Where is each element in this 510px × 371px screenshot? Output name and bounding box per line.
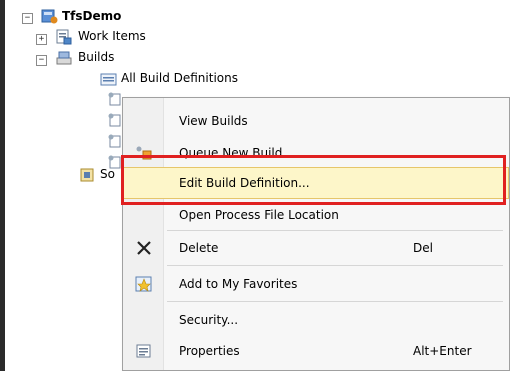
menu-item-security[interactable]: Security... [123,304,509,336]
menu-item-shortcut: Del [413,241,433,255]
source-control-label[interactable]: So [100,165,115,183]
builds-label[interactable]: Builds [78,48,114,66]
team-project-icon [41,9,58,24]
project-root-label[interactable]: TfsDemo [62,7,121,25]
menu-item-label: Properties [179,344,240,358]
menu-item-add-to-favorites[interactable]: Add to My Favorites [123,268,509,300]
menu-separator [167,230,503,231]
delete-x-icon [137,241,151,255]
menu-item-properties[interactable]: Properties Alt+Enter [123,335,509,367]
builds-icon [56,51,72,65]
context-menu: View Builds Queue New Build... Edit Buil… [122,97,510,371]
work-items-label[interactable]: Work Items [78,27,146,45]
favorites-star-icon [135,276,152,292]
menu-item-label: View Builds [179,114,248,128]
properties-icon [136,344,151,358]
all-build-definitions-label[interactable]: All Build Definitions [121,69,238,87]
collapse-builds-toggle[interactable]: − [36,55,47,66]
menu-item-label: Security... [179,313,239,327]
work-items-icon [56,29,72,45]
source-control-icon [80,168,94,182]
menu-separator [167,301,503,302]
menu-item-shortcut: Alt+Enter [413,344,472,358]
annotation-highlight-box [121,155,506,205]
collapse-root-toggle[interactable]: − [22,13,33,24]
expand-work-items-toggle[interactable]: + [36,34,47,45]
menu-item-label: Delete [179,241,219,255]
menu-separator [167,265,503,266]
menu-item-view-builds[interactable]: View Builds [123,105,509,137]
build-definitions-icon [100,73,117,86]
menu-item-label: Add to My Favorites [179,277,298,291]
menu-item-delete[interactable]: Delete Del [123,232,509,264]
